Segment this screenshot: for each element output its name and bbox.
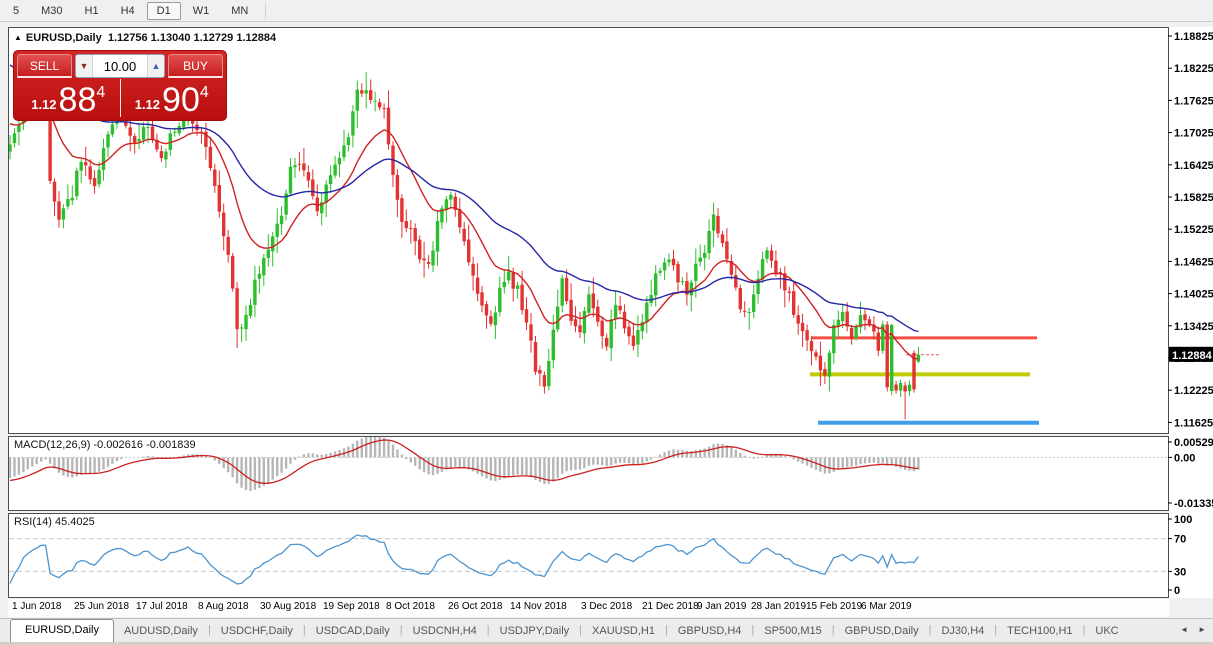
buy-price-prefix: 1.12	[135, 97, 160, 112]
volume-increase-button[interactable]: ▲	[147, 55, 164, 77]
sell-button[interactable]: SELL	[17, 54, 72, 78]
timeframe-button-mn[interactable]: MN	[221, 2, 258, 20]
date-tick-label: 8 Oct 2018	[386, 601, 435, 612]
chart-tab-sp500-m15[interactable]: SP500,M15	[754, 621, 831, 642]
chart-tab-xauusd-h1[interactable]: XAUUSD,H1	[582, 621, 665, 642]
date-tick-label: 6 Mar 2019	[861, 601, 912, 612]
timeframe-button-m30[interactable]: M30	[31, 2, 72, 20]
date-tick-label: 25 Jun 2018	[74, 601, 129, 612]
ohlc-open: 1.12756	[108, 32, 148, 44]
chart-tab-gbpusd-daily[interactable]: GBPUSD,Daily	[835, 621, 929, 642]
volume-spinner: ▼ ▲	[75, 54, 165, 78]
chart-tab-usdcnh-h4[interactable]: USDCNH,H4	[403, 621, 487, 642]
sell-price-point: 4	[96, 84, 105, 102]
sell-price-display[interactable]: 1.12884	[17, 79, 121, 117]
price-axis[interactable]	[1169, 27, 1213, 598]
timeframe-button-5[interactable]: 5	[3, 2, 29, 20]
date-tick-label: 9 Jan 2019	[697, 601, 747, 612]
buy-price-pips: 90	[162, 84, 200, 116]
chart-tab-usdjpy-daily[interactable]: USDJPY,Daily	[490, 621, 580, 642]
chart-tab-usdcad-daily[interactable]: USDCAD,Daily	[306, 621, 400, 642]
ohlc-high: 1.13040	[151, 32, 191, 44]
chart-tab-bar: EURUSD,DailyAUDUSD,Daily|USDCHF,Daily|US…	[0, 618, 1213, 642]
date-tick-label: 21 Dec 2018	[642, 601, 699, 612]
timeframe-button-d1[interactable]: D1	[147, 2, 181, 20]
sell-price-pips: 88	[59, 84, 97, 116]
ohlc-low: 1.12729	[194, 32, 234, 44]
tab-scroll-left-button[interactable]: ◄	[1176, 621, 1192, 638]
buy-price-point: 4	[200, 84, 209, 102]
chart-tab-tech100-h1[interactable]: TECH100,H1	[997, 621, 1082, 642]
date-axis[interactable]: 1 Jun 2018 25 Jun 2018 17 Jul 2018 8 Aug 20…	[8, 599, 1169, 617]
timeframe-button-h4[interactable]: H4	[111, 2, 145, 20]
triangle-up-icon: ▲	[152, 61, 161, 71]
date-tick-label: 8 Aug 2018	[198, 601, 249, 612]
buy-price-display[interactable]: 1.12904	[121, 79, 224, 117]
rsi-indicator-label: RSI(14) 45.4025	[14, 516, 95, 528]
chart-tab-eurusd-daily[interactable]: EURUSD,Daily	[10, 619, 114, 642]
volume-decrease-button[interactable]: ▼	[76, 55, 93, 77]
tab-scroll-arrows: ◄ ►	[1176, 621, 1210, 638]
macd-indicator-label: MACD(12,26,9) -0.002616 -0.001839	[14, 439, 196, 451]
toolbar-separator	[265, 3, 266, 19]
rsi-panel[interactable]	[8, 513, 1169, 598]
date-tick-label: 26 Oct 2018	[448, 601, 502, 612]
collapse-triangle-icon[interactable]: ▲	[14, 33, 22, 42]
triangle-down-icon: ▼	[80, 61, 89, 71]
chart-tab-audusd-daily[interactable]: AUDUSD,Daily	[114, 621, 208, 642]
volume-input[interactable]	[93, 55, 147, 77]
ohlc-close: 1.12884	[236, 32, 276, 44]
sell-price-prefix: 1.12	[31, 97, 56, 112]
timeframe-toolbar: 5M30H1H4D1W1MN	[0, 0, 1213, 22]
chart-symbol-label: ▲ EURUSD,Daily 1.12756 1.13040 1.12729 1.…	[14, 32, 276, 44]
chart-tab-usdchf-daily[interactable]: USDCHF,Daily	[211, 621, 303, 642]
date-tick-label: 14 Nov 2018	[510, 601, 567, 612]
one-click-trading-panel: SELL ▼ ▲ BUY 1.12884 1.12904	[13, 50, 227, 121]
timeframe-button-h1[interactable]: H1	[75, 2, 109, 20]
chart-tab-ukc[interactable]: UKC	[1085, 621, 1128, 642]
date-tick-label: 15 Feb 2019	[806, 601, 862, 612]
chart-tab-dj30-h4[interactable]: DJ30,H4	[931, 621, 994, 642]
date-tick-label: 3 Dec 2018	[581, 601, 632, 612]
buy-button[interactable]: BUY	[168, 54, 223, 78]
date-tick-label: 19 Sep 2018	[323, 601, 380, 612]
date-tick-label: 30 Aug 2018	[260, 601, 316, 612]
tab-scroll-right-button[interactable]: ►	[1194, 621, 1210, 638]
trading-terminal-window: 5M30H1H4D1W1MN 1 Jun 2018 25 Jun 2018 17 J…	[0, 0, 1213, 645]
date-tick-label: 1 Jun 2018	[12, 601, 62, 612]
date-tick-label: 17 Jul 2018	[136, 601, 188, 612]
date-tick-label: 28 Jan 2019	[751, 601, 806, 612]
symbol-name: EURUSD,Daily	[26, 32, 102, 44]
chart-tab-gbpusd-h4[interactable]: GBPUSD,H4	[668, 621, 752, 642]
timeframe-button-w1[interactable]: W1	[183, 2, 220, 20]
